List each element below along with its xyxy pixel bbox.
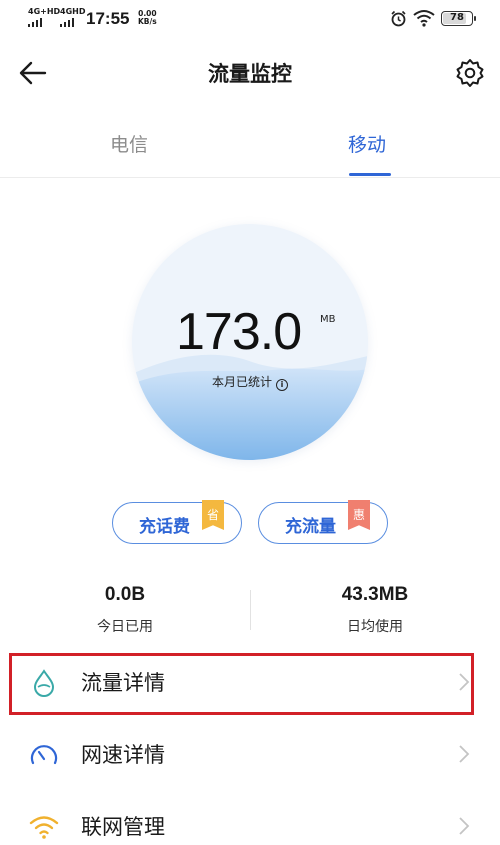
signal-bars-icon xyxy=(28,18,60,27)
gear-icon[interactable] xyxy=(455,58,485,88)
wifi-icon xyxy=(29,816,59,839)
active-tab-indicator xyxy=(349,173,391,176)
info-icon[interactable]: i xyxy=(276,379,288,391)
recharge-credit-label: 充话费 xyxy=(139,517,190,537)
recharge-credit-button[interactable]: 充话费 省 xyxy=(112,500,242,544)
stat-average-label: 日均使用 xyxy=(347,619,403,635)
stat-today: 0.0B 今日已用 xyxy=(35,584,215,636)
chevron-right-icon xyxy=(459,817,470,835)
speed-unit: KB/s xyxy=(138,17,157,26)
signal-bars-icon xyxy=(60,18,85,27)
usage-caption: 本月已统计 xyxy=(211,375,272,389)
stat-today-value: 0.0B xyxy=(104,584,146,605)
stat-average-value: 43.3MB xyxy=(341,584,409,605)
title-bar: 流量监控 xyxy=(0,40,500,104)
network-type-2: 4GHD xyxy=(60,7,86,16)
menu-item-label: 联网管理 xyxy=(81,815,165,839)
chevron-right-icon xyxy=(459,745,470,763)
highlight-box xyxy=(9,653,474,715)
page-title: 流量监控 xyxy=(208,62,292,86)
stat-today-label: 今日已用 xyxy=(97,619,153,635)
menu-item-label: 网速详情 xyxy=(81,743,165,767)
battery-icon: 78 xyxy=(441,11,476,26)
usage-unit: MB xyxy=(320,314,336,325)
wifi-icon xyxy=(413,10,435,27)
stat-daily-average: 43.3MB 日均使用 xyxy=(285,584,465,636)
menu-item-speed-details[interactable]: 网速详情 xyxy=(0,720,500,788)
status-bar: 4G+HD 4GHD 17:55 0.00 KB/s 78 xyxy=(0,0,500,38)
status-time: 17:55 xyxy=(86,9,130,28)
network-type-1: 4G+HD xyxy=(28,7,61,16)
tab-telecom[interactable]: 电信 xyxy=(110,130,148,157)
network-speed: 0.00 KB/s xyxy=(138,10,157,26)
discount-badge: 惠 xyxy=(348,500,370,530)
signal-indicator-1: 4G+HD xyxy=(28,8,60,27)
carrier-tabs: 电信 移动 xyxy=(0,118,500,178)
usage-value: 173.0 xyxy=(176,303,302,361)
battery-level: 78 xyxy=(450,12,464,23)
save-badge: 省 xyxy=(202,500,224,530)
stat-divider xyxy=(250,590,251,630)
usage-caption-row: 本月已统计 i xyxy=(132,373,368,391)
recharge-data-button[interactable]: 充流量 惠 xyxy=(258,500,388,544)
signal-indicator-2: 4GHD xyxy=(60,8,85,27)
tab-mobile[interactable]: 移动 xyxy=(348,130,386,157)
usage-circle: 173.0 MB 本月已统计 i xyxy=(132,224,368,460)
speedometer-icon xyxy=(30,745,58,765)
menu-item-network-management[interactable]: 联网管理 xyxy=(0,792,500,845)
alarm-icon xyxy=(391,10,406,27)
recharge-data-label: 充流量 xyxy=(285,517,336,537)
